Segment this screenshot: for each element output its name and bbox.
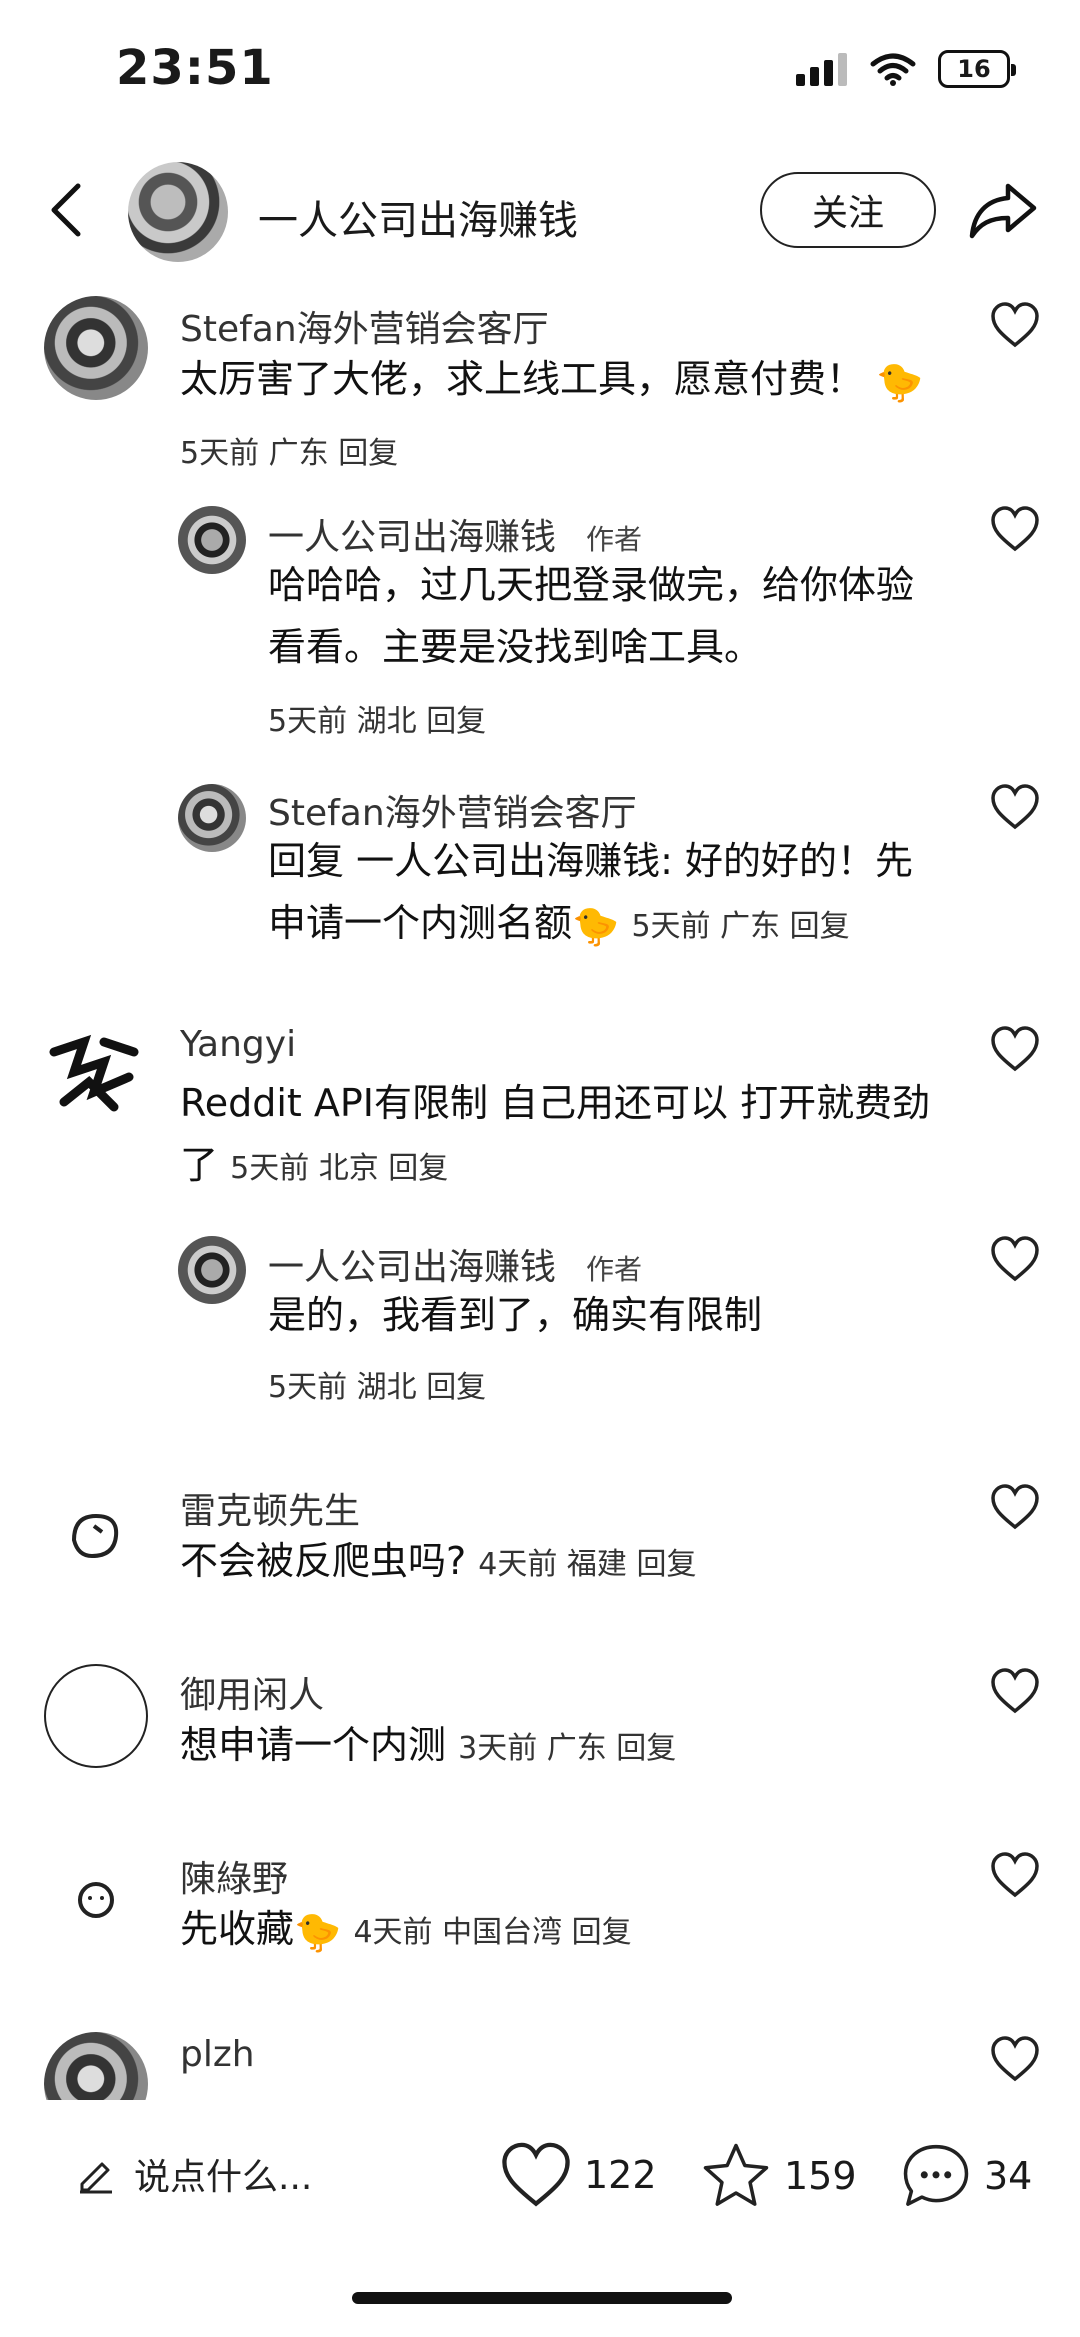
favorite-button[interactable]: 159 [700,2142,857,2210]
like-count: 122 [584,2153,657,2197]
comment-text: 回复 一人公司出海赚钱: 好的好的！先 申请一个内测名额🐤 5天前 广东 回复 [268,830,988,958]
heart-icon[interactable] [990,1484,1040,1530]
avatar[interactable] [44,2032,148,2100]
reply-link[interactable]: 回复 [426,704,486,739]
avatar[interactable] [44,1480,148,1584]
comment-author[interactable]: 一人公司出海赚钱 作者 [268,508,642,560]
comment-text: 哈哈哈，过几天把登录做完，给你体验 看看。主要是没找到啥工具。 [268,563,915,669]
heart-icon[interactable] [990,1668,1040,1714]
reply-link[interactable]: 回复 [338,436,398,471]
like-button[interactable]: 122 [500,2142,657,2208]
heart-icon[interactable] [990,506,1040,552]
status-bar: 23:51 16 [0,0,1080,140]
chat-bubble-icon [903,2144,969,2206]
heart-icon [502,2142,570,2207]
heart-icon[interactable] [990,302,1040,348]
comment-author[interactable]: 雷克顿先生 [180,1482,360,1534]
pencil-icon [80,2162,112,2194]
comment-count: 34 [984,2154,1033,2198]
comment-input-placeholder: 说点什么... [134,2157,313,2198]
comment-meta: 4天前 中国台湾 回复 [353,1915,632,1950]
reply-link[interactable]: 回复 [616,1731,676,1766]
comment-item: Yangyi Reddit API有限制 自己用还可以 打开就费劲 了 5天前 … [0,1016,1080,1187]
heart-icon[interactable] [990,1026,1040,1072]
battery-icon: 16 [938,50,1016,88]
battery-level: 16 [957,55,991,83]
bottom-action-bar: 说点什么... 122 159 34 [0,2120,1080,2250]
comment-author[interactable]: plzh [180,2034,255,2075]
comment-item: plzh [0,2026,1080,2100]
back-arrow-icon[interactable] [40,180,100,240]
comment-item: Stefan海外营销会客厅 回复 一人公司出海赚钱: 好的好的！先 申请一个内测… [0,778,1080,948]
reply-link[interactable]: 回复 [426,1370,486,1405]
chick-emoji-icon: 🐤 [572,903,620,948]
comment-meta: 3天前 广东 回复 [458,1731,677,1766]
comment-author[interactable]: Stefan海外营销会客厅 [180,300,549,352]
header: 一人公司出海赚钱 关注 [0,150,1080,270]
comment-author[interactable]: Yangyi [180,1024,296,1065]
avatar[interactable] [44,1022,148,1126]
comment-text: 是的，我看到了，确实有限制 [268,1293,763,1337]
heart-icon[interactable] [990,784,1040,830]
comment-author[interactable]: 御用闲人 [180,1666,324,1718]
avatar[interactable] [178,506,246,574]
cellular-signal-icon [796,53,847,86]
heart-icon[interactable] [990,1852,1040,1898]
comment-item: 陳綠野 先收藏🐤 4天前 中国台湾 回复 [0,1842,1080,1962]
page-title[interactable]: 一人公司出海赚钱 [258,188,578,246]
comment-text: 想申请一个内测 3天前 广东 回复 [180,1723,677,1767]
heart-icon[interactable] [990,1236,1040,1282]
comment-list: Stefan海外营销会客厅 太厉害了大佬，求上线工具，愿意付费！ 🐤 5天前 广… [0,290,1080,2100]
star-icon [703,2143,769,2206]
favorite-count: 159 [784,2154,857,2198]
comment-meta: 5天前 湖北 回复 [268,1370,487,1405]
comment-item: Stefan海外营销会客厅 太厉害了大佬，求上线工具，愿意付费！ 🐤 5天前 广… [0,290,1080,471]
home-indicator[interactable] [352,2292,732,2304]
author-badge: 作者 [586,1253,643,1286]
avatar[interactable] [178,1236,246,1304]
avatar[interactable] [178,784,246,852]
comment-text: 太厉害了大佬，求上线工具，愿意付费！ 🐤 [180,348,940,413]
reply-link[interactable]: 回复 [636,1547,696,1582]
chick-emoji-icon: 🐤 [294,1909,342,1954]
avatar[interactable] [44,1848,148,1952]
comment-meta: 5天前 北京 回复 [230,1151,449,1186]
comment-meta: 5天前 广东 回复 [180,436,399,471]
comment-text: 先收藏🐤 4天前 中国台湾 回复 [180,1898,960,1964]
author-avatar[interactable] [128,162,228,262]
reply-link[interactable]: 回复 [790,909,850,944]
comment-meta: 5天前 广东 回复 [631,909,850,944]
status-icons: 16 [796,50,1016,88]
comment-item: 一人公司出海赚钱 作者 哈哈哈，过几天把登录做完，给你体验 看看。主要是没找到啥工… [0,502,1080,739]
reply-link[interactable]: 回复 [572,1915,632,1950]
comment-meta: 5天前 湖北 回复 [268,704,487,739]
comment-input[interactable]: 说点什么... [76,2148,312,2200]
wifi-icon [870,53,916,86]
avatar[interactable] [44,296,148,400]
comment-item: 一人公司出海赚钱 作者 是的，我看到了，确实有限制 5天前 湖北 回复 [0,1232,1080,1405]
chick-emoji-icon: 🐤 [876,359,924,404]
comments-button[interactable]: 34 [900,2142,1032,2210]
status-time: 23:51 [116,40,274,96]
avatar[interactable] [44,1664,148,1768]
follow-button[interactable]: 关注 [760,172,936,248]
comment-item: 御用闲人 想申请一个内测 3天前 广东 回复 [0,1658,1080,1778]
heart-icon[interactable] [990,2036,1040,2082]
comment-author[interactable]: Stefan海外营销会客厅 [268,784,637,836]
comment-item: 雷克顿先生 不会被反爬虫吗? 4天前 福建 回复 [0,1474,1080,1594]
author-badge: 作者 [586,523,643,556]
comment-meta: 4天前 福建 回复 [478,1547,697,1582]
share-icon[interactable] [968,180,1038,240]
comment-text: 不会被反爬虫吗? 4天前 福建 回复 [180,1539,697,1583]
comment-author[interactable]: 一人公司出海赚钱 作者 [268,1238,642,1290]
comment-text: Reddit API有限制 自己用还可以 打开就费劲 了 5天前 北京 回复 [180,1081,931,1187]
comment-author[interactable]: 陳綠野 [180,1850,288,1902]
reply-link[interactable]: 回复 [388,1151,448,1186]
